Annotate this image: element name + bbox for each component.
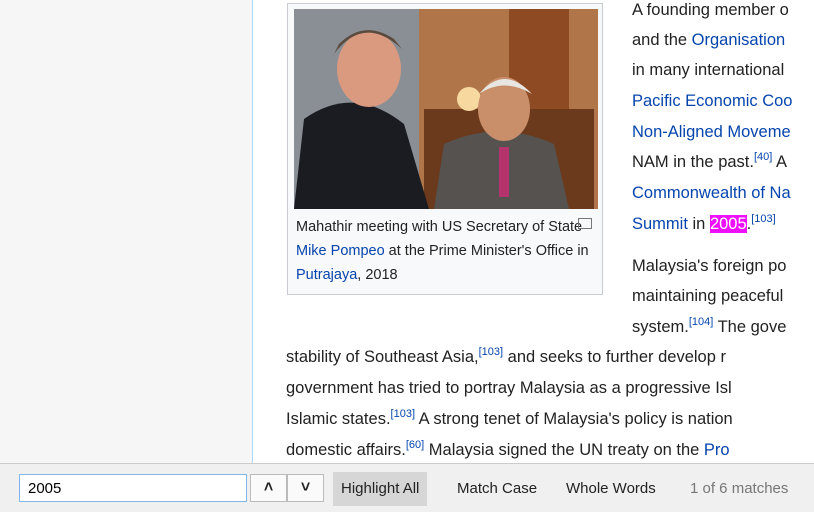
match-status: 1 of 6 matches — [690, 480, 789, 497]
link-commonwealth[interactable]: Commonwealth of Na — [632, 183, 791, 203]
link-organisation[interactable]: Organisation — [692, 31, 786, 49]
text-line: Islamic states.[103] A strong tenet of M… — [286, 408, 733, 429]
text-line: maintaining peaceful — [632, 287, 784, 305]
text-line: in many international — [632, 61, 785, 79]
ref[interactable]: [60] — [406, 439, 424, 451]
ref[interactable]: [103] — [479, 346, 503, 358]
link-summit[interactable]: Summit — [632, 215, 688, 233]
text-line: A founding member o — [632, 1, 789, 19]
enlarge-icon[interactable] — [578, 218, 592, 229]
text-line: domestic affairs.[60] Malaysia signed th… — [286, 439, 730, 460]
text-line: and the Organisation — [632, 31, 786, 49]
search-match-highlight[interactable]: 2005 — [709, 215, 747, 233]
image-thumbnail: Mahathir meeting with US Secretary of St… — [287, 3, 603, 295]
chevron-down-icon: ˅ — [300, 479, 311, 496]
text-line: government has tried to portray Malaysia… — [286, 379, 732, 397]
image-caption: Mahathir meeting with US Secretary of St… — [296, 219, 589, 283]
link-treaty[interactable]: Pro — [704, 441, 730, 459]
link-mike-pompeo[interactable]: Mike Pompeo — [296, 243, 385, 259]
whole-words-toggle[interactable]: Whole Words — [558, 472, 664, 506]
chevron-up-icon: ˄ — [263, 479, 274, 496]
link-putrajaya[interactable]: Putrajaya — [296, 267, 357, 283]
ref-103[interactable]: [103] — [751, 213, 775, 225]
find-input[interactable] — [19, 474, 247, 502]
text-line: Malaysia's foreign po — [632, 257, 787, 275]
link-nam[interactable]: Non-Aligned Moveme — [632, 122, 791, 142]
ref-104[interactable]: [104] — [689, 316, 713, 328]
text-line: NAM in the past.[40] A — [632, 151, 788, 172]
highlight-all-toggle[interactable]: Highlight All — [333, 472, 428, 506]
match-case-toggle[interactable]: Match Case — [449, 472, 545, 506]
photo-mahathir-pompeo[interactable] — [294, 9, 598, 209]
text-line: Summit in 2005.[103] — [632, 213, 776, 233]
article-content: Mahathir meeting with US Secretary of St… — [253, 0, 814, 463]
ref-40[interactable]: [40] — [754, 151, 772, 163]
text-line: stability of Southeast Asia,[103] and se… — [286, 346, 726, 367]
find-next-button[interactable]: ˅ — [287, 474, 324, 502]
text-line: system.[104] The gove — [632, 316, 787, 337]
find-previous-button[interactable]: ˄ — [250, 474, 287, 502]
find-bar: ˄ ˅ Highlight All Match Case Whole Words… — [0, 463, 814, 512]
sidebar — [0, 0, 253, 463]
link-apec[interactable]: Pacific Economic Coo — [632, 91, 792, 111]
ref[interactable]: [103] — [391, 408, 415, 420]
